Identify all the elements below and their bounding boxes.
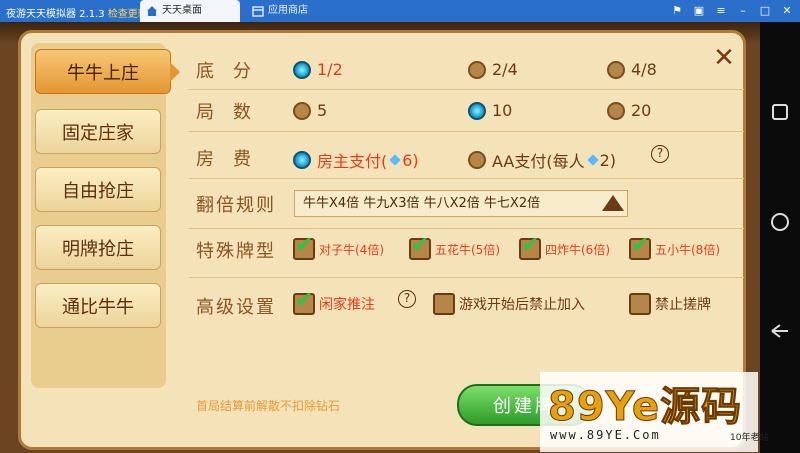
emulator-titlebar: 夜游天天模拟器 2.1.3 检查更新 天天桌面 应用商店 ⚑ ▣ ≡ – □ ✕	[0, 0, 800, 22]
radio-icon	[607, 101, 625, 120]
sidebar-item-niuniu-banker[interactable]: 牛牛上庄	[35, 49, 180, 94]
sidebar-item-open-card-grab[interactable]: 明牌抢庄	[35, 225, 161, 270]
window-controls: ⚑ ▣ ≡ – □ ✕	[670, 3, 794, 17]
android-navbar	[760, 22, 800, 453]
app-title-text: 夜游天天模拟器 2.1.3	[6, 9, 105, 20]
watermark-tag: 10年老站	[730, 433, 769, 443]
radio-icon	[468, 151, 486, 169]
radio-selected-icon	[468, 101, 486, 120]
room-fee-label: 房费	[196, 149, 270, 170]
base-score-option-4-8[interactable]: 4/8	[607, 60, 657, 79]
tab-desktop-label: 天天桌面	[162, 5, 202, 16]
base-score-label: 底分	[196, 61, 270, 82]
diamond-icon	[586, 154, 599, 166]
option-label: 房主支付(	[317, 152, 388, 171]
recent-apps-icon[interactable]	[768, 100, 792, 124]
menu-icon[interactable]: ≡	[714, 3, 728, 17]
room-fee-option-owner-pays[interactable]: 房主支付( 6)	[293, 148, 419, 172]
multiplier-rule-select[interactable]: 牛牛X4倍 牛九X3倍 牛八X2倍 牛七X2倍	[294, 190, 628, 217]
multiplier-rule-label: 翻倍规则	[196, 195, 276, 216]
sidebar-item-free-grab-banker[interactable]: 自由抢庄	[35, 167, 161, 212]
checkbox-icon	[629, 293, 651, 315]
checkbox-checked-icon	[293, 233, 315, 260]
room-fee-option-aa-pay[interactable]: AA支付(每人 2)	[468, 148, 616, 172]
radio-selected-icon	[293, 60, 311, 79]
radio-icon	[293, 101, 311, 120]
advanced-help-icon[interactable]: ?	[398, 290, 416, 308]
checkbox-label: 五小牛(8倍)	[655, 242, 720, 257]
home-nav-icon[interactable]	[768, 210, 792, 234]
checkbox-checked-icon	[519, 233, 541, 260]
diamond-icon	[389, 154, 401, 166]
option-label: 20	[631, 101, 652, 120]
option-label: 2/4	[492, 60, 518, 79]
option-suffix: 2)	[599, 150, 617, 170]
checkbox-no-join-after-start[interactable]: 游戏开始后禁止加入	[433, 293, 585, 315]
back-icon[interactable]	[768, 320, 792, 344]
checkbox-label: 对子牛(4倍)	[319, 242, 384, 257]
radio-icon	[468, 60, 486, 79]
tab-app-store[interactable]: 应用商店	[246, 0, 346, 22]
checkbox-player-push-bet[interactable]: 闲家推注	[293, 288, 375, 315]
sidebar-item-fixed-banker[interactable]: 固定庄家	[35, 109, 161, 154]
rounds-option-10[interactable]: 10	[468, 101, 512, 120]
special-hands-label: 特殊牌型	[196, 241, 276, 262]
checkbox-checked-icon	[409, 233, 431, 260]
checkbox-label: 游戏开始后禁止加入	[459, 297, 585, 313]
maximize-icon[interactable]: □	[758, 3, 772, 17]
advanced-settings-label: 高级设置	[196, 297, 276, 318]
rounds-option-5[interactable]: 5	[293, 101, 327, 120]
dissolve-hint-text: 首局结算前解散不扣除钻石	[196, 399, 341, 413]
checkbox-label: 五花牛(5倍)	[435, 242, 500, 257]
divider	[189, 131, 744, 132]
close-window-icon[interactable]: ✕	[780, 3, 794, 17]
radio-icon	[607, 60, 625, 79]
tab-app-store-label: 应用商店	[268, 5, 308, 16]
checkbox-no-card-rub[interactable]: 禁止搓牌	[629, 293, 711, 315]
option-label: AA支付(每人	[492, 152, 585, 171]
checkbox-label: 四炸牛(6倍)	[545, 242, 610, 257]
checkbox-label: 禁止搓牌	[655, 297, 711, 313]
home-icon	[147, 6, 157, 16]
divider	[189, 178, 744, 179]
checkbox-label: 闲家推注	[319, 297, 375, 313]
divider	[189, 228, 744, 229]
option-label: 4/8	[631, 60, 657, 79]
tab-desktop[interactable]: 天天桌面	[140, 0, 240, 22]
checkbox-pair-niu[interactable]: 对子牛(4倍)	[293, 233, 384, 260]
option-label: 5	[317, 101, 328, 120]
room-fee-help-icon[interactable]: ?	[651, 145, 669, 163]
minimize-icon[interactable]: –	[736, 3, 750, 17]
base-score-option-1-2[interactable]: 1/2	[293, 60, 343, 79]
watermark-url: www.89YE.Com	[550, 428, 661, 442]
checkbox-checked-icon	[629, 233, 651, 260]
rounds-option-20[interactable]: 20	[607, 101, 651, 120]
checkbox-four-bomb-niu[interactable]: 四炸牛(6倍)	[519, 233, 610, 260]
option-label: 10	[492, 101, 513, 120]
close-dialog-button[interactable]: ✕	[711, 45, 737, 71]
checkbox-checked-icon	[293, 288, 315, 315]
rounds-label: 局数	[196, 102, 270, 123]
game-mode-sidebar: 牛牛上庄 固定庄家 自由抢庄 明牌抢庄 通比牛牛	[31, 43, 180, 388]
pin-icon[interactable]: ⚑	[670, 3, 684, 17]
divider	[189, 277, 744, 278]
base-score-option-2-4[interactable]: 2/4	[468, 60, 518, 79]
app-title: 夜游天天模拟器 2.1.3 检查更新	[6, 5, 148, 20]
option-label: 1/2	[317, 60, 343, 79]
checkbox-icon	[433, 293, 455, 315]
radio-selected-icon	[293, 151, 311, 169]
dropdown-arrow-icon[interactable]	[602, 195, 624, 211]
site-watermark: 89Ye源码 www.89YE.Com 10年老站	[540, 372, 768, 452]
watermark-logo-text: 89Ye源码	[547, 384, 743, 431]
sidebar-item-tongbi-niuniu[interactable]: 通比牛牛	[35, 283, 161, 328]
checkbox-five-small-niu[interactable]: 五小牛(8倍)	[629, 233, 720, 260]
checkbox-five-flower-niu[interactable]: 五花牛(5倍)	[409, 233, 500, 260]
store-icon	[252, 6, 264, 17]
skin-icon[interactable]: ▣	[692, 3, 706, 17]
option-suffix: 6)	[402, 150, 419, 170]
divider	[189, 89, 744, 90]
